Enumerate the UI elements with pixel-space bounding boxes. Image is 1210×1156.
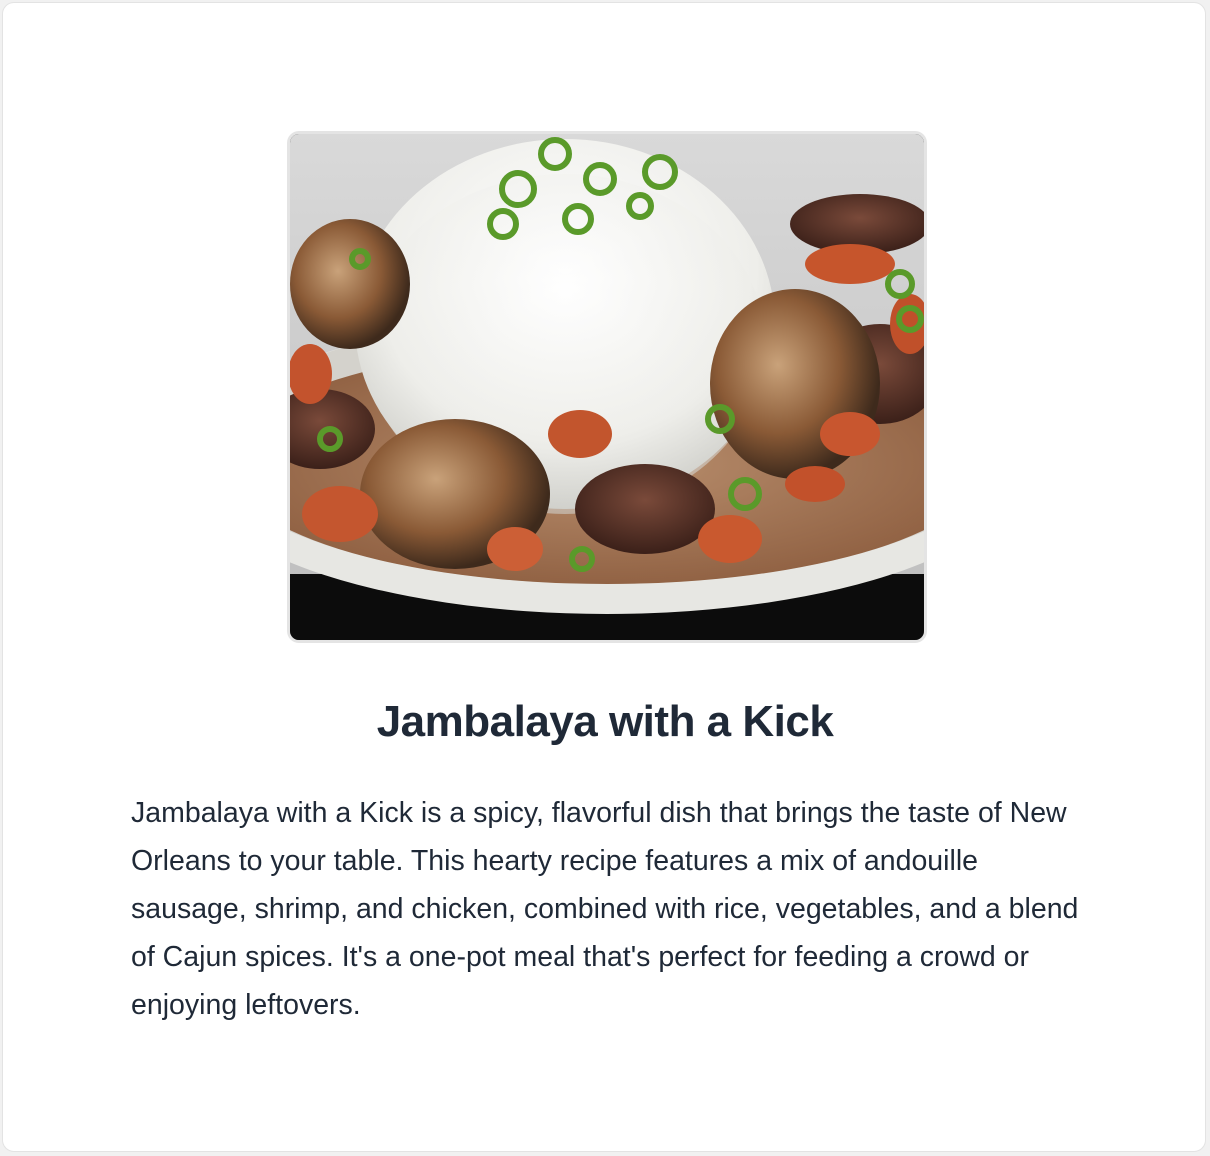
recipe-image [287,131,927,643]
recipe-description: Jambalaya with a Kick is a spicy, flavor… [131,797,1079,1021]
food-photo-icon [290,134,924,640]
recipe-title: Jambalaya with a Kick [376,697,834,746]
recipe-card: Jambalaya with a Kick Jambalaya with a K… [2,2,1206,1152]
